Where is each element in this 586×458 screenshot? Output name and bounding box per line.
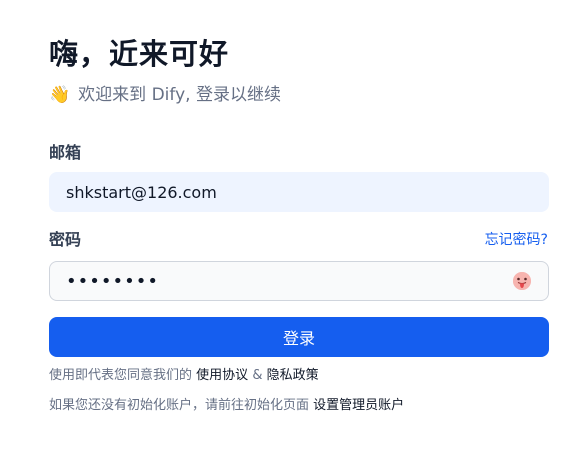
login-page: 嗨，近来可好 👋 欢迎来到 Dify, 登录以继续 邮箱 密码 忘记密码? 登录… — [0, 0, 586, 458]
password-field-wrapper — [49, 261, 549, 301]
email-field[interactable] — [49, 172, 549, 212]
password-label: 密码 — [49, 230, 82, 249]
subtitle-text: 欢迎来到 Dify, 登录以继续 — [78, 85, 281, 105]
setup-notice: 如果您还没有初始化账户，请前往初始化页面 设置管理员账户 — [49, 396, 404, 416]
setup-prefix: 如果您还没有初始化账户，请前往初始化页面 — [49, 398, 310, 413]
waving-hand-icon: 👋 — [49, 85, 71, 105]
privacy-policy-link[interactable]: 隐私政策 — [267, 368, 319, 383]
password-field[interactable] — [50, 262, 500, 300]
login-button[interactable]: 登录 — [49, 317, 549, 357]
terms-prefix: 使用即代表您同意我们的 — [49, 368, 193, 383]
terms-notice: 使用即代表您同意我们的 使用协议 & 隐私政策 — [49, 366, 319, 386]
page-subtitle: 👋 欢迎来到 Dify, 登录以继续 — [49, 82, 281, 108]
tongue-face-icon[interactable] — [512, 271, 532, 291]
terms-of-use-link[interactable]: 使用协议 — [196, 368, 248, 383]
forgot-password-link[interactable]: 忘记密码? — [485, 229, 548, 251]
terms-separator: & — [252, 368, 263, 383]
setup-admin-link[interactable]: 设置管理员账户 — [313, 398, 404, 413]
page-title: 嗨，近来可好 — [49, 37, 230, 71]
email-label: 邮箱 — [49, 143, 82, 162]
